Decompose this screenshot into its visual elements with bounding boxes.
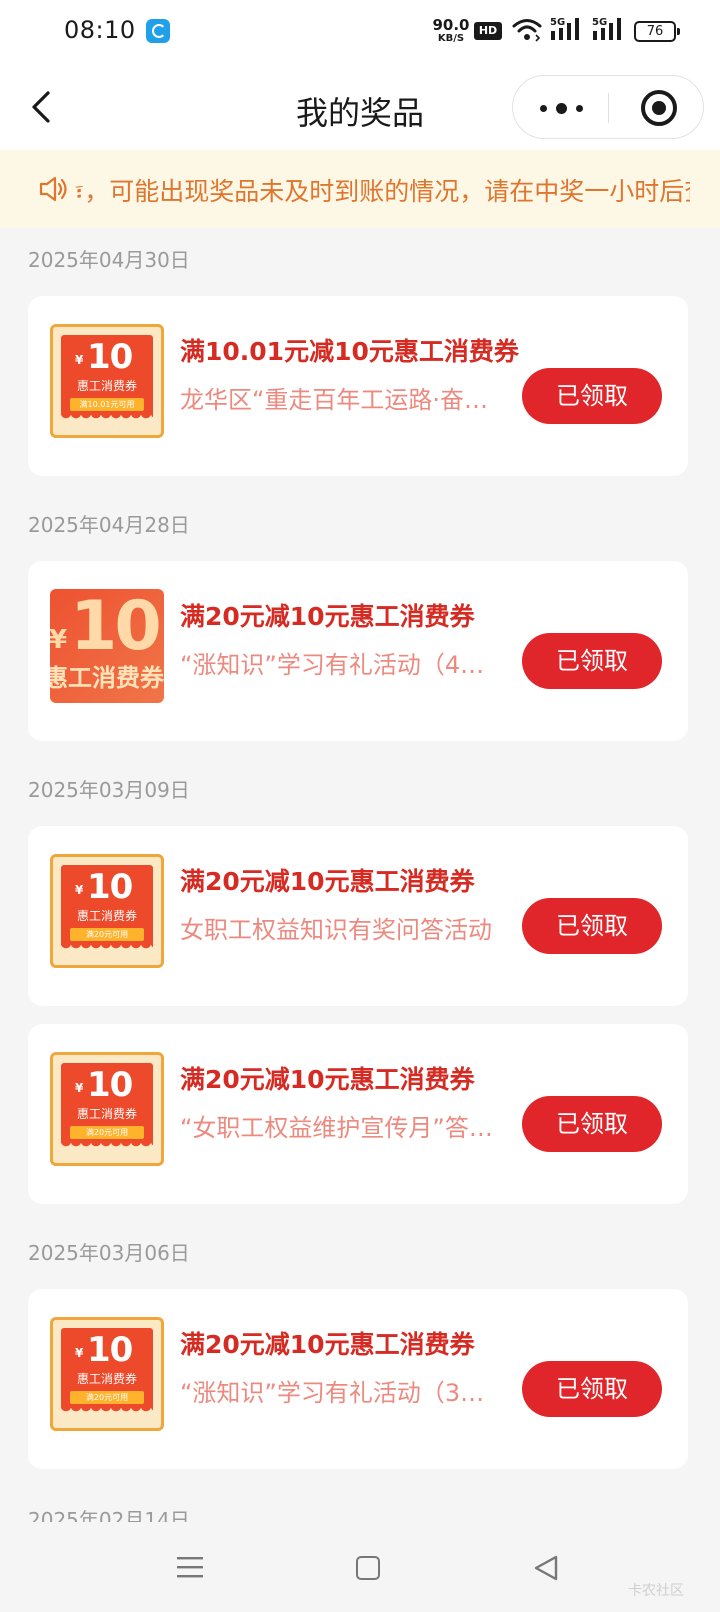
watermark: 卡农社区 [628, 1583, 684, 1599]
miniprogram-capsule [512, 75, 704, 139]
prize-description: “女职工权益维护宣传月”答… [180, 1114, 493, 1142]
more-options-icon[interactable] [531, 88, 591, 128]
system-navigation-bar [0, 1522, 720, 1612]
coupon-thumbnail: ¥ 10 惠工消费券 满20元可用 [50, 1052, 164, 1166]
notice-text: ፣，可能出现奖品未及时到账的情况，请在中奖一小时后查看 [74, 177, 690, 206]
claimed-button[interactable]: 已领取 [522, 898, 662, 954]
prize-card: ¥ 10 惠工消费券 满20元可用 满20元减10元惠工消费券 “涨知识”学习有… [28, 1289, 688, 1469]
prize-title: 满10.01元减10元惠工消费券 [180, 337, 519, 366]
capsule-divider [608, 93, 609, 123]
svg-text:5G: 5G [550, 17, 565, 28]
prize-title: 满20元减10元惠工消费券 [180, 1330, 475, 1359]
prize-card: ¥ 10 惠工消费券 满20元可用 满20元减10元惠工消费券 “女职工权益维护… [28, 1024, 688, 1204]
speaker-icon [39, 176, 67, 202]
system-back-icon[interactable] [532, 1554, 560, 1582]
date-label: 2025年04月28日 [28, 513, 190, 537]
notice-bar: ፣，可能出现奖品未及时到账的情况，请在中奖一小时后查看 [0, 150, 720, 228]
prize-title: 满20元减10元惠工消费券 [180, 1065, 475, 1094]
coupon-thumbnail: ¥ 10 惠工消费券 满20元可用 [50, 1317, 164, 1431]
status-time: 08:10 [64, 16, 136, 44]
prize-description: “涨知识”学习有礼活动（4… [180, 651, 485, 679]
prize-description: 龙华区“重走百年工运路·奋… [180, 386, 489, 414]
status-bar: 08:10 90.0 KB/S HD 5G 5G 76 [0, 0, 720, 64]
claimed-button[interactable]: 已领取 [522, 1361, 662, 1417]
claimed-button[interactable]: 已领取 [522, 633, 662, 689]
app-notification-icon [146, 19, 170, 43]
coupon-thumbnail: ¥ 10 惠工消费券 [50, 589, 164, 703]
signal-5g-icon: 5G [550, 17, 579, 40]
prize-card: ¥ 10 惠工消费券 满10.01元可用 满10.01元减10元惠工消费券 龙华… [28, 296, 688, 476]
hd-voice-icon: HD [474, 22, 502, 40]
date-label: 2025年03月09日 [28, 778, 190, 802]
signal-5g-icon-2: 5G [592, 17, 621, 40]
wifi-icon [512, 19, 542, 42]
battery-icon: 76 [634, 21, 680, 42]
home-icon[interactable] [356, 1556, 380, 1580]
prize-title: 满20元减10元惠工消费券 [180, 602, 475, 631]
coupon-thumbnail: ¥ 10 惠工消费券 满20元可用 [50, 854, 164, 968]
network-speed: 90.0 KB/S [432, 16, 470, 44]
date-label: 2025年03月06日 [28, 1241, 190, 1265]
claimed-button[interactable]: 已领取 [522, 1096, 662, 1152]
prize-title: 满20元减10元惠工消费券 [180, 867, 475, 896]
date-label: 2025年04月30日 [28, 248, 190, 272]
prize-card: ¥ 10 惠工消费券 满20元可用 满20元减10元惠工消费券 女职工权益知识有… [28, 826, 688, 1006]
menu-icon[interactable] [176, 1554, 204, 1580]
prize-description: 女职工权益知识有奖问答活动 [180, 916, 492, 944]
prize-description: “涨知识”学习有礼活动（3… [180, 1379, 485, 1407]
nav-bar: 我的奖品 [0, 64, 720, 150]
coupon-thumbnail: ¥ 10 惠工消费券 满10.01元可用 [50, 324, 164, 438]
prize-card: ¥ 10 惠工消费券 满20元减10元惠工消费券 “涨知识”学习有礼活动（4… … [28, 561, 688, 741]
close-miniprogram-icon[interactable] [641, 90, 677, 126]
svg-text:5G: 5G [592, 17, 607, 28]
claimed-button[interactable]: 已领取 [522, 368, 662, 424]
